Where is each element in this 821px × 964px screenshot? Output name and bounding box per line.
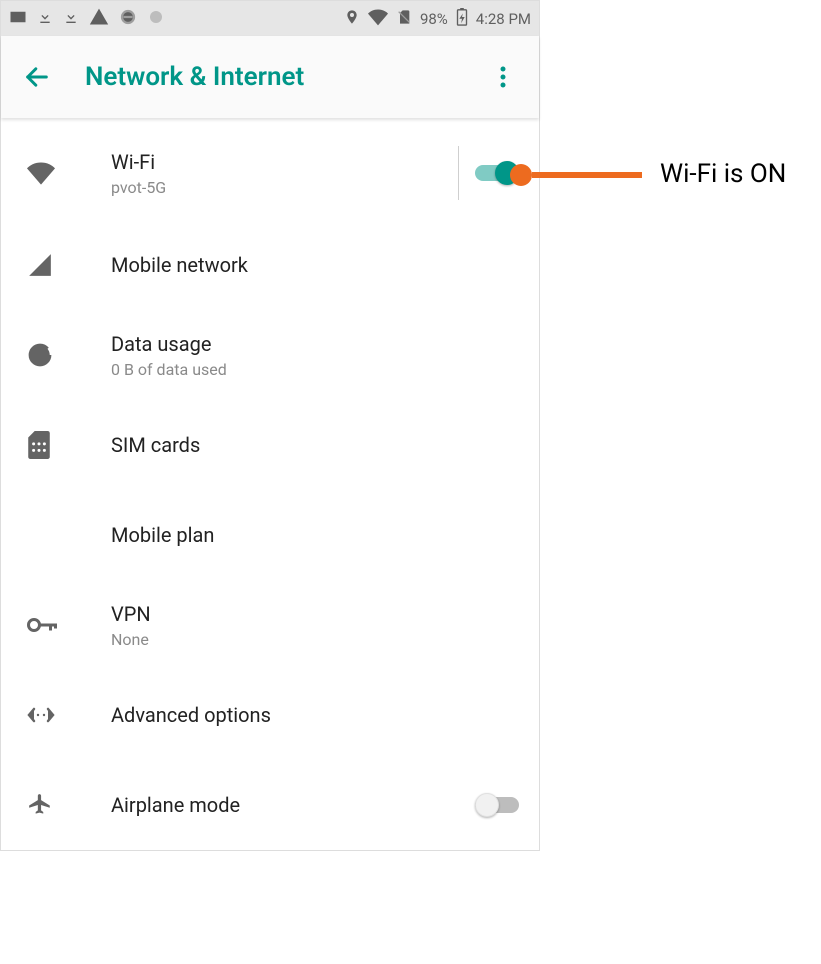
mobile-network-title: Mobile network xyxy=(111,253,519,277)
wifi-item[interactable]: Wi-Fi pvot-5G xyxy=(1,126,539,220)
sim-cards-item[interactable]: SIM cards xyxy=(1,400,539,490)
settings-list: Wi-Fi pvot-5G Mobile network xyxy=(1,118,539,850)
phone-frame: 98% 4:28 PM Network & Internet Wi-Fi pvo… xyxy=(0,0,540,851)
card-icon xyxy=(9,8,27,30)
wifi-subtitle: pvot-5G xyxy=(111,178,446,197)
data-usage-subtitle: 0 B of data used xyxy=(111,360,519,379)
airplane-toggle[interactable] xyxy=(475,793,519,817)
circle-icon xyxy=(147,8,165,30)
annotation-callout: Wi-Fi is ON xyxy=(510,158,800,192)
vpn-item[interactable]: VPN None xyxy=(1,580,539,670)
vpn-key-icon xyxy=(21,616,111,634)
mobile-network-item[interactable]: Mobile network xyxy=(1,220,539,310)
no-sim-icon xyxy=(396,9,412,29)
download-icon xyxy=(37,9,53,29)
vpn-title: VPN xyxy=(111,602,519,626)
sim-cards-title: SIM cards xyxy=(111,433,519,457)
status-left-icons xyxy=(9,7,165,31)
wifi-title: Wi-Fi xyxy=(111,150,446,174)
location-icon xyxy=(344,9,360,29)
download-icon-2 xyxy=(63,9,79,29)
airplane-mode-title: Airplane mode xyxy=(111,793,463,817)
mobile-plan-title: Mobile plan xyxy=(111,523,519,547)
mobile-plan-item[interactable]: Mobile plan xyxy=(1,490,539,580)
page-title: Network & Internet xyxy=(85,62,304,92)
data-usage-item[interactable]: Data usage 0 B of data used xyxy=(1,310,539,400)
advanced-options-title: Advanced options xyxy=(111,703,519,727)
clock-text: 4:28 PM xyxy=(476,10,531,28)
status-right-icons: 98% 4:28 PM xyxy=(344,7,531,31)
airplane-mode-item[interactable]: Airplane mode xyxy=(1,760,539,850)
annotation-dot-icon xyxy=(510,164,532,186)
warning-icon xyxy=(89,7,109,31)
vpn-subtitle: None xyxy=(111,630,519,649)
annotation-line-icon xyxy=(532,172,642,178)
divider xyxy=(458,146,459,200)
wifi-icon xyxy=(21,159,111,187)
wifi-status-icon xyxy=(368,7,388,31)
data-usage-icon xyxy=(21,342,111,368)
overflow-menu-button[interactable] xyxy=(485,59,521,95)
app-bar: Network & Internet xyxy=(1,36,539,118)
status-bar: 98% 4:28 PM xyxy=(1,1,539,36)
cellular-icon xyxy=(21,252,111,278)
airplane-icon xyxy=(21,792,111,818)
data-usage-title: Data usage xyxy=(111,332,519,356)
battery-percent: 98% xyxy=(420,10,448,28)
ethernet-icon xyxy=(21,707,111,723)
sim-icon xyxy=(21,431,111,459)
advanced-options-item[interactable]: Advanced options xyxy=(1,670,539,760)
circle-dash-icon xyxy=(119,8,137,30)
battery-icon xyxy=(456,8,468,30)
back-button[interactable] xyxy=(19,59,55,95)
annotation-label: Wi-Fi is ON xyxy=(660,158,800,192)
